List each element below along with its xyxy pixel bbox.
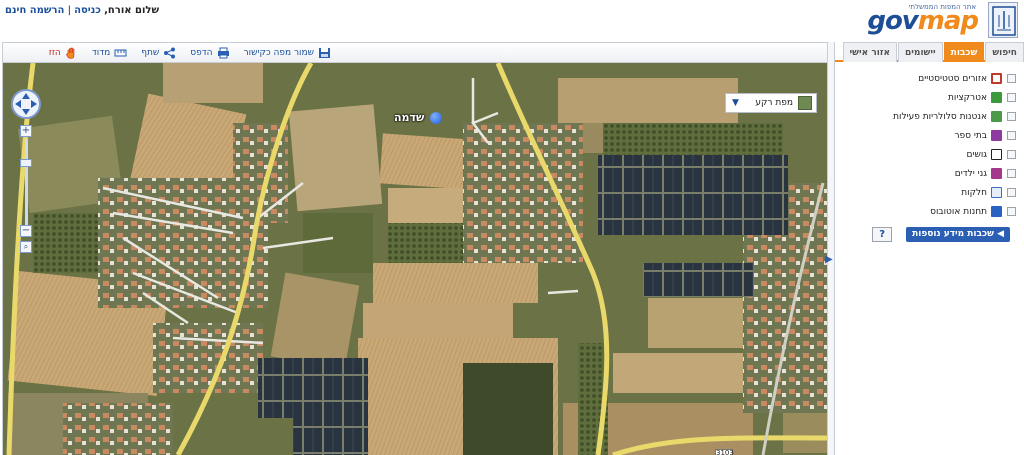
statistical-area-icon: [991, 73, 1002, 84]
layer-label: תחנות אוטובוס: [930, 206, 987, 217]
layer-list: אזורים סטטיסטיים אטרקציות אנטנות סלולריו…: [835, 62, 1024, 242]
register-link[interactable]: הרשמה חינם: [5, 5, 64, 16]
map-frame: שמור מפה כקישור הדפס שתף מדוד הזז + − ⌕ …: [2, 42, 828, 455]
layer-label: גני ילדים: [954, 168, 987, 179]
save-label: שמור מפה כקישור: [243, 47, 314, 58]
pan-arrows-icon: [15, 93, 37, 115]
location-pin-icon: [430, 111, 443, 124]
layer-checkbox[interactable]: [1007, 74, 1016, 83]
header-bar: שלום אורח, כניסה | הרשמה חינם אתר המפות …: [0, 0, 1024, 42]
more-layers-row: ◀ שכבות מידע נוספות ?: [835, 227, 1016, 242]
road-number-badge: 3103: [715, 449, 734, 455]
share-label: שתף: [141, 47, 160, 58]
pan-label: הזז: [48, 47, 61, 58]
layer-item[interactable]: בתי ספר: [835, 126, 1016, 145]
govmap-logo[interactable]: אתר המפות הממשלתי govmap: [867, 2, 1018, 40]
layer-item[interactable]: חלקות: [835, 183, 1016, 202]
map-toolbar: שמור מפה כקישור הדפס שתף מדוד הזז: [3, 43, 827, 63]
dropdown-arrow-icon: ▼: [732, 98, 739, 108]
logo-main-text: gov: [867, 6, 918, 36]
place-name: שדמה: [394, 111, 425, 124]
more-layers-button[interactable]: ◀ שכבות מידע נוספות: [906, 227, 1010, 242]
layer-item[interactable]: אנטנות סלולריות פעילות: [835, 107, 1016, 126]
layer-checkbox[interactable]: [1007, 112, 1016, 121]
layer-label: אטרקציות: [947, 92, 987, 103]
layer-checkbox[interactable]: [1007, 150, 1016, 159]
layer-item[interactable]: גני ילדים: [835, 164, 1016, 183]
zoom-track[interactable]: [25, 139, 28, 225]
layer-item[interactable]: אטרקציות: [835, 88, 1016, 107]
antenna-icon: [991, 111, 1002, 122]
save-link-button[interactable]: שמור מפה כקישור: [244, 47, 331, 59]
logo-accent-text: map: [917, 6, 979, 36]
zoom-in-button[interactable]: +: [20, 125, 32, 137]
layer-checkbox[interactable]: [1007, 188, 1016, 197]
place-marker[interactable]: שדמה: [394, 111, 443, 124]
satellite-map[interactable]: + − ⌕ מפת רקע ▼ שדמה 3103: [3, 63, 827, 455]
measure-label: מדוד: [91, 47, 111, 58]
state-emblem-icon: [988, 2, 1018, 38]
layer-checkbox[interactable]: [1007, 207, 1016, 216]
more-layers-label: שכבות מידע נוספות: [912, 229, 994, 239]
basemap-thumbnail-icon: [798, 96, 812, 110]
printer-icon: [217, 47, 230, 59]
tab-apps[interactable]: יישומים: [898, 42, 943, 62]
zoom-out-button[interactable]: −: [20, 225, 32, 237]
logo-wordmark: govmap: [867, 6, 979, 36]
tab-personal-area[interactable]: אזור אישי: [842, 42, 898, 62]
basemap-label: מפת רקע: [755, 98, 793, 108]
layer-item[interactable]: תחנות אוטובוס: [835, 202, 1016, 221]
basemap-selector[interactable]: מפת רקע ▼: [725, 93, 817, 113]
tab-search[interactable]: חיפוש: [985, 42, 1024, 62]
layer-label: גושים: [966, 149, 987, 160]
kindergarten-icon: [991, 168, 1002, 179]
layer-label: בתי ספר: [954, 130, 987, 141]
login-link[interactable]: כניסה: [74, 5, 101, 16]
layer-item[interactable]: גושים: [835, 145, 1016, 164]
greeting-text: שלום אורח,: [104, 5, 160, 16]
layer-checkbox[interactable]: [1007, 93, 1016, 102]
panel-splitter[interactable]: ▶: [825, 42, 835, 455]
layer-item[interactable]: אזורים סטטיסטיים: [835, 69, 1016, 88]
zoom-slider-handle[interactable]: [20, 159, 32, 167]
hand-icon: [65, 47, 78, 59]
collapse-arrow-icon[interactable]: ▶: [825, 254, 833, 265]
share-icon: [163, 47, 176, 59]
print-label: הדפס: [190, 47, 213, 58]
help-button[interactable]: ?: [872, 227, 893, 242]
layer-label: אנטנות סלולריות פעילות: [893, 111, 987, 122]
link-separator: |: [67, 5, 71, 16]
attraction-star-icon: [991, 92, 1002, 103]
school-icon: [991, 130, 1002, 141]
zoom-control: + − ⌕: [20, 125, 32, 253]
tab-layers[interactable]: שכבות: [943, 42, 985, 62]
ruler-icon: [114, 47, 127, 59]
user-links: שלום אורח, כניסה | הרשמה חינם: [5, 5, 159, 16]
side-panel: חיפוש שכבות יישומים אזור אישי אזורים סטט…: [835, 42, 1024, 455]
layer-checkbox[interactable]: [1007, 131, 1016, 140]
print-button[interactable]: הדפס: [190, 47, 229, 59]
bus-stop-icon: [991, 206, 1002, 217]
layer-checkbox[interactable]: [1007, 169, 1016, 178]
panel-tabs: חיפוש שכבות יישומים אזור אישי: [835, 42, 1024, 62]
parcel-icon: [991, 187, 1002, 198]
share-button[interactable]: שתף: [141, 47, 176, 59]
save-icon: [318, 47, 331, 59]
layer-label: חלקות: [961, 187, 987, 198]
pan-button[interactable]: הזז: [49, 47, 78, 59]
zoom-area-icon[interactable]: ⌕: [20, 241, 32, 253]
pan-navigator[interactable]: [11, 89, 41, 119]
block-number-icon: [991, 149, 1002, 160]
measure-button[interactable]: מדוד: [92, 47, 127, 59]
layer-label: אזורים סטטיסטיים: [918, 73, 987, 84]
